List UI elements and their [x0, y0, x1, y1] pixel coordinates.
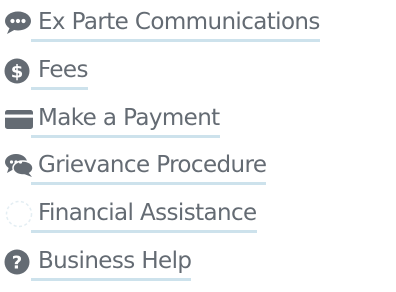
- link-label: Fees: [31, 53, 88, 90]
- link-fees[interactable]: $ Fees: [4, 53, 394, 101]
- link-label: Ex Parte Communications: [31, 5, 320, 42]
- link-make-a-payment[interactable]: Make a Payment: [4, 101, 394, 149]
- link-financial-assistance[interactable]: Financial Assistance: [4, 196, 394, 244]
- link-ex-parte-communications[interactable]: Ex Parte Communications: [4, 5, 394, 53]
- link-label: Make a Payment: [31, 101, 220, 138]
- link-label: Business Help: [31, 244, 192, 281]
- link-grievance-procedure[interactable]: Grievance Procedure: [4, 148, 394, 196]
- svg-text:?: ?: [12, 252, 22, 273]
- link-label: Financial Assistance: [31, 196, 257, 234]
- svg-text:$: $: [11, 61, 24, 82]
- link-label: Grievance Procedure: [31, 148, 267, 186]
- link-business-help[interactable]: ? Business Help: [4, 244, 394, 292]
- resource-link-list: Ex Parte Communications $ Fees Make a Pa…: [4, 5, 394, 292]
